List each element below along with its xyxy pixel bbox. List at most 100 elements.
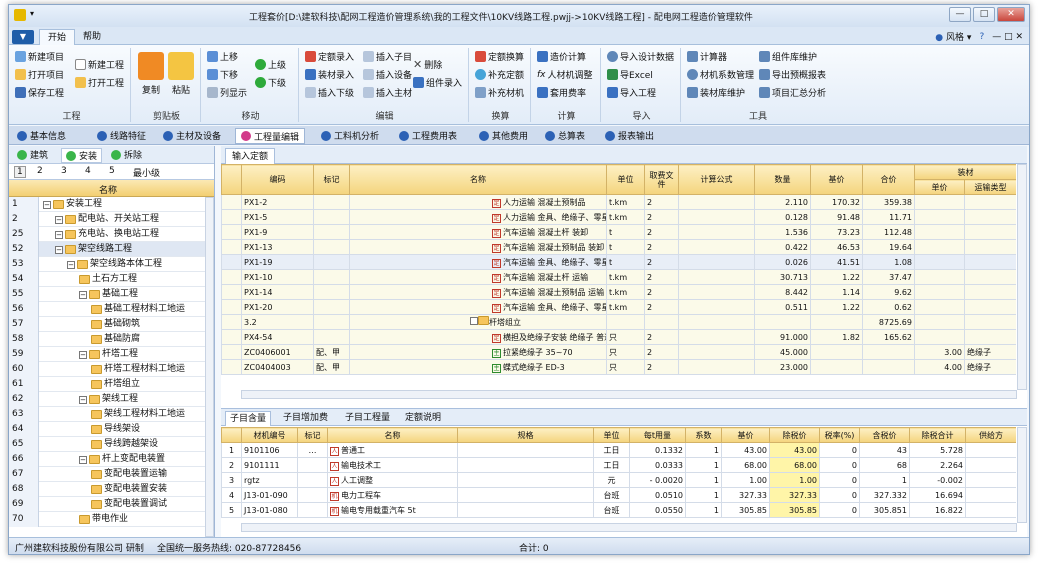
notax-cell[interactable]: 68.00 (769, 457, 820, 473)
name-cell[interactable]: 定人力运输 金具、绝缘子、零星钢材 (349, 209, 607, 225)
tree-row[interactable]: 55 − 基础工程 (9, 287, 214, 302)
unit-price-cell[interactable] (914, 209, 965, 225)
name-cell[interactable]: 定汽车运输 金具、绝缘子、零星钢材 装卸 (349, 254, 607, 270)
code-cell[interactable]: PX1-10 (241, 269, 314, 285)
level-2[interactable]: 2 (37, 166, 43, 176)
quantity-cell[interactable]: 0.511 (754, 299, 811, 315)
code-cell[interactable]: ZC0406001 (241, 344, 314, 360)
supplier-cell[interactable] (965, 472, 1016, 488)
unit-cell[interactable] (606, 314, 645, 330)
formula-cell[interactable] (678, 314, 755, 330)
col-usage[interactable]: 每t用量 (629, 427, 686, 443)
unit-cell[interactable]: t.km (606, 269, 645, 285)
price-cell[interactable]: 170.32 (810, 194, 863, 210)
tab-quota-notes[interactable]: 定额说明 (401, 411, 445, 426)
quantity-cell[interactable] (754, 314, 811, 330)
name-cell[interactable]: 主蝶式绝缘子 ED-3 (349, 359, 607, 375)
code-cell[interactable]: PX1-2 (241, 194, 314, 210)
tree-node[interactable]: 基础砌筑 (91, 318, 140, 331)
unit-cell[interactable]: 只 (606, 329, 645, 345)
quota-row[interactable]: ZC0404003 配、甲主蝶式绝缘子 ED-3 只 2 23.000 4.00 绝缘子 (221, 359, 1016, 375)
price-cell[interactable]: 91.48 (810, 209, 863, 225)
insert-sub-button[interactable]: 插入子目 (363, 50, 412, 63)
unit-price-cell[interactable] (914, 239, 965, 255)
quantity-cell[interactable]: 0.422 (754, 239, 811, 255)
new-engineering-button[interactable]: 新建工程 (75, 58, 124, 71)
tree-row[interactable]: 54 土石方工程 (9, 272, 214, 287)
quota-row[interactable]: PX1-10 定汽车运输 混凝土杆 运输 t.km 2 30.713 1.22 37.47 (221, 269, 1016, 285)
price-cell[interactable] (810, 359, 863, 375)
fee-cell[interactable]: 2 (644, 194, 679, 210)
tree-row[interactable]: 56 基础工程材料工地运 (9, 302, 214, 317)
base-cell[interactable]: 43.00 (721, 442, 770, 458)
spec-cell[interactable] (457, 472, 594, 488)
tree-row[interactable]: 57 基础砌筑 (9, 317, 214, 332)
price-cell[interactable]: 1.22 (810, 269, 863, 285)
transport-cell[interactable]: 绝缘子 (964, 359, 1016, 375)
tree-node[interactable]: − 安装工程 (43, 198, 102, 211)
tree-row[interactable]: 63 架线工程材料工地运 (9, 407, 214, 422)
spec-cell[interactable] (457, 487, 594, 503)
quantity-cell[interactable]: 45.000 (754, 344, 811, 360)
tree-scrollbar[interactable] (205, 197, 214, 537)
sum-cell[interactable]: 16.694 (909, 487, 966, 503)
transport-cell[interactable] (964, 209, 1016, 225)
tree-node[interactable]: 杆塔组立 (91, 378, 140, 391)
unit-cell[interactable]: 工日 (593, 457, 630, 473)
quantity-cell[interactable]: 0.128 (754, 209, 811, 225)
transport-cell[interactable] (964, 284, 1016, 300)
unit-cell[interactable]: t.km (606, 194, 645, 210)
new-project-button[interactable]: 新建项目 (15, 50, 64, 63)
col-tax-price[interactable]: 含税价 (859, 427, 910, 443)
unit-price-cell[interactable] (914, 284, 965, 300)
spec-cell[interactable] (457, 502, 594, 518)
mark-cell[interactable] (313, 239, 350, 255)
transport-cell[interactable]: 绝缘子 (964, 344, 1016, 360)
usage-cell[interactable]: 0.0333 (629, 457, 686, 473)
col-base-price[interactable]: 基价 (810, 164, 863, 195)
col-base-price[interactable]: 基价 (721, 427, 770, 443)
insert-main-material-button[interactable]: 插入主材 (363, 86, 412, 99)
open-engineering-button[interactable]: 打开工程 (75, 76, 124, 89)
tab-help[interactable]: 帮助 (75, 29, 109, 45)
quantity-cell[interactable]: 91.000 (754, 329, 811, 345)
base-cell[interactable]: 1.00 (721, 472, 770, 488)
delete-button[interactable]: ✕ 删除 (413, 58, 442, 71)
nav-quantity-edit[interactable]: 工程量编辑 (235, 128, 306, 144)
col-mark[interactable]: 标记 (297, 427, 328, 443)
name-cell[interactable]: 定汽车运输 混凝土杆 运输 (349, 269, 607, 285)
tree-node[interactable]: − 架空线路工程 (55, 243, 132, 256)
tree-node[interactable]: 变配电装置运输 (91, 468, 167, 481)
detail-row[interactable]: 5 J13-01-080 机输电专用载重汽车 5t 台班 0.0550 1 305.85 30… (221, 502, 1016, 518)
tree-row[interactable]: 66 − 杆上变配电装置 (9, 452, 214, 467)
fee-cell[interactable]: 2 (644, 239, 679, 255)
row-header[interactable] (221, 359, 242, 375)
total-cell[interactable]: 165.62 (862, 329, 915, 345)
notax-cell[interactable]: 43.00 (769, 442, 820, 458)
level-down-button[interactable]: 下级 (255, 76, 286, 89)
col-material-code[interactable]: 材机编号 (241, 427, 298, 443)
transport-cell[interactable] (964, 314, 1016, 330)
code-cell[interactable]: 9101111 (241, 457, 298, 473)
tree-row[interactable]: 68 变配电装置安装 (9, 482, 214, 497)
fee-cell[interactable]: 2 (644, 209, 679, 225)
expand-toggle-icon[interactable]: − (79, 290, 87, 299)
calculator-button[interactable]: 计算器 (687, 50, 727, 63)
import-excel-button[interactable]: 导Excel (607, 68, 653, 81)
nav-basic-info[interactable]: 基本信息 (17, 129, 66, 142)
tree-row[interactable]: 59 − 杆塔工程 (9, 347, 214, 362)
price-cell[interactable]: 1.82 (810, 329, 863, 345)
price-cell[interactable]: 1.14 (810, 284, 863, 300)
fee-cell[interactable]: 2 (644, 344, 679, 360)
mark-cell[interactable]: 配、甲 (313, 359, 350, 375)
quota-row[interactable]: PX1-2 定人力运输 混凝土预制品 t.km 2 2.110 170.32 359.38 (221, 194, 1016, 210)
total-cell[interactable]: 8725.69 (862, 314, 915, 330)
unit-cell[interactable]: t.km (606, 284, 645, 300)
col-material-group[interactable]: 装材 (914, 164, 1016, 180)
tree-node[interactable]: − 杆塔工程 (79, 348, 138, 361)
rate-cell[interactable]: 0 (819, 472, 860, 488)
coef-cell[interactable]: 1 (685, 502, 722, 518)
price-cell[interactable]: 41.51 (810, 254, 863, 270)
insert-device-button[interactable]: 插入设备 (363, 68, 412, 81)
code-cell[interactable]: J13-01-080 (241, 502, 298, 518)
